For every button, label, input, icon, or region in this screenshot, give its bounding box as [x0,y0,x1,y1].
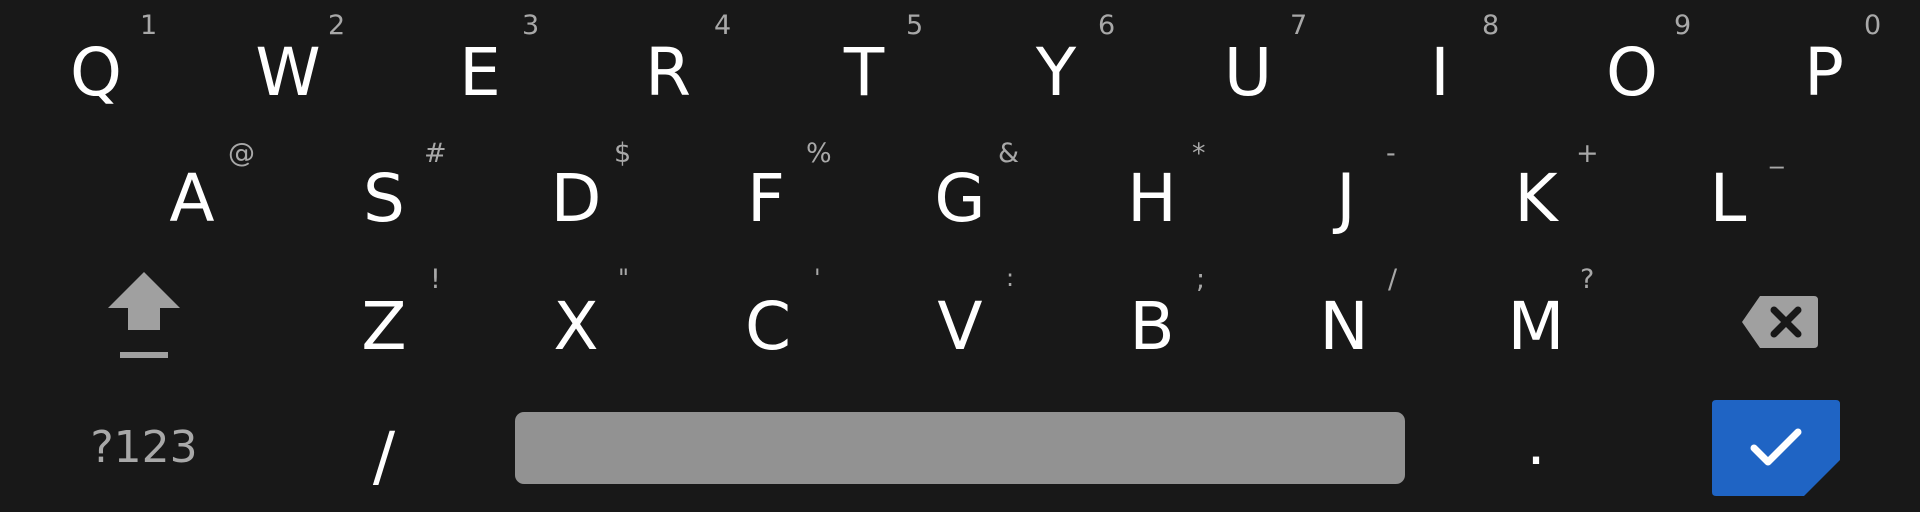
enter-key[interactable] [1712,400,1840,496]
key-p[interactable]: P 0 [1776,0,1881,124]
key-hint: / [1388,264,1398,295]
soft-keyboard: Q 1 W 2 E 3 R 4 T 5 Y 6 U 7 I 8 O 9 P 0 … [0,0,1920,512]
key-label: S [363,160,405,237]
symbols-key[interactable]: ?123 [80,384,208,508]
shift-arrow-icon [108,272,180,358]
key-hint: + [1576,138,1599,169]
shift-key[interactable] [96,254,192,378]
key-hint: ; [1196,264,1206,295]
key-hint: # [424,138,447,169]
key-label: N [1319,288,1369,365]
key-e[interactable]: E 3 [432,0,539,124]
key-label: T [843,34,885,111]
key-i[interactable]: I 8 [1392,0,1499,124]
key-label: A [169,160,215,237]
key-hint: * [1192,138,1206,169]
key-hint: 1 [140,10,158,41]
space-bar[interactable] [515,412,1405,484]
key-o[interactable]: O 9 [1584,0,1691,124]
key-l[interactable]: L _ [1680,128,1784,252]
period-key[interactable]: . [1488,384,1584,508]
key-d[interactable]: D $ [528,128,632,252]
key-label: L [1709,160,1747,237]
key-j[interactable]: J - [1298,128,1396,252]
enter-key-shape [1712,400,1840,496]
key-hint: @ [228,138,255,169]
keyboard-row-1: Q 1 W 2 E 3 R 4 T 5 Y 6 U 7 I 8 O 9 P 0 [0,0,1920,124]
key-n[interactable]: N / [1296,254,1397,378]
key-label: Z [361,288,407,365]
key-label: Q [70,34,122,111]
key-hint: ' [814,264,821,292]
key-label: C [744,288,792,365]
delete-key[interactable] [1728,254,1832,378]
key-label: E [459,34,501,111]
key-hint: 5 [906,10,924,41]
key-label: W [255,34,321,111]
key-label: J [1336,160,1356,237]
key-hint: _ [1770,138,1784,169]
key-hint: $ [614,138,632,169]
key-m[interactable]: M ? [1488,254,1595,378]
key-hint: ? [1580,264,1595,295]
key-hint: 0 [1864,10,1882,41]
key-x[interactable]: X " [528,254,629,378]
key-label: V [937,288,983,365]
key-hint: " [618,264,630,292]
key-hint: 2 [328,10,346,41]
key-label: P [1804,34,1844,111]
key-hint: : [1006,264,1015,292]
key-hint: 9 [1674,10,1692,41]
backspace-icon [1742,296,1818,348]
key-z[interactable]: Z ! [336,254,440,378]
key-hint: 8 [1482,10,1500,41]
key-r[interactable]: R 4 [620,0,731,124]
key-label: O [1606,34,1658,111]
slash-key-label: / [372,418,396,495]
key-label: H [1127,160,1177,237]
keyboard-row-3: Z ! X " C ' V : B ; N / M ? [0,254,1920,378]
key-hint: 3 [522,10,540,41]
key-label: D [550,160,602,237]
key-hint: ! [430,264,441,295]
key-c[interactable]: C ' [720,254,821,378]
key-label: G [934,160,986,237]
key-s[interactable]: S # [336,128,447,252]
key-label: K [1514,160,1558,237]
key-label: M [1507,288,1565,365]
key-label: I [1430,34,1450,111]
key-b[interactable]: B ; [1104,254,1205,378]
keyboard-row-2: A @ S # D $ F % G & H * J - K + L _ [0,128,1920,252]
key-label: X [553,288,599,365]
key-hint: & [998,138,1020,169]
slash-key[interactable]: / [336,384,432,508]
key-t[interactable]: T 5 [816,0,923,124]
key-label: U [1223,34,1273,111]
key-k[interactable]: K + [1488,128,1598,252]
key-label: B [1129,288,1175,365]
key-label: R [645,34,691,111]
key-label: F [747,160,785,237]
key-hint: 4 [714,10,732,41]
key-f[interactable]: F % [718,128,832,252]
key-w[interactable]: W 2 [240,0,345,124]
key-u[interactable]: U 7 [1200,0,1307,124]
key-a[interactable]: A @ [144,128,255,252]
key-hint: % [806,138,832,169]
key-v[interactable]: V : [912,254,1014,378]
key-h[interactable]: H * [1104,128,1205,252]
key-hint: - [1386,138,1396,169]
key-q[interactable]: Q 1 [48,0,157,124]
key-g[interactable]: G & [912,128,1019,252]
key-label: Y [1035,34,1077,111]
key-y[interactable]: Y 6 [1008,0,1115,124]
key-hint: 6 [1098,10,1116,41]
key-hint: 7 [1290,10,1308,41]
symbols-key-label: ?123 [90,422,198,473]
period-key-label: . [1526,409,1546,479]
keyboard-row-4: ?123 / . [0,384,1920,512]
